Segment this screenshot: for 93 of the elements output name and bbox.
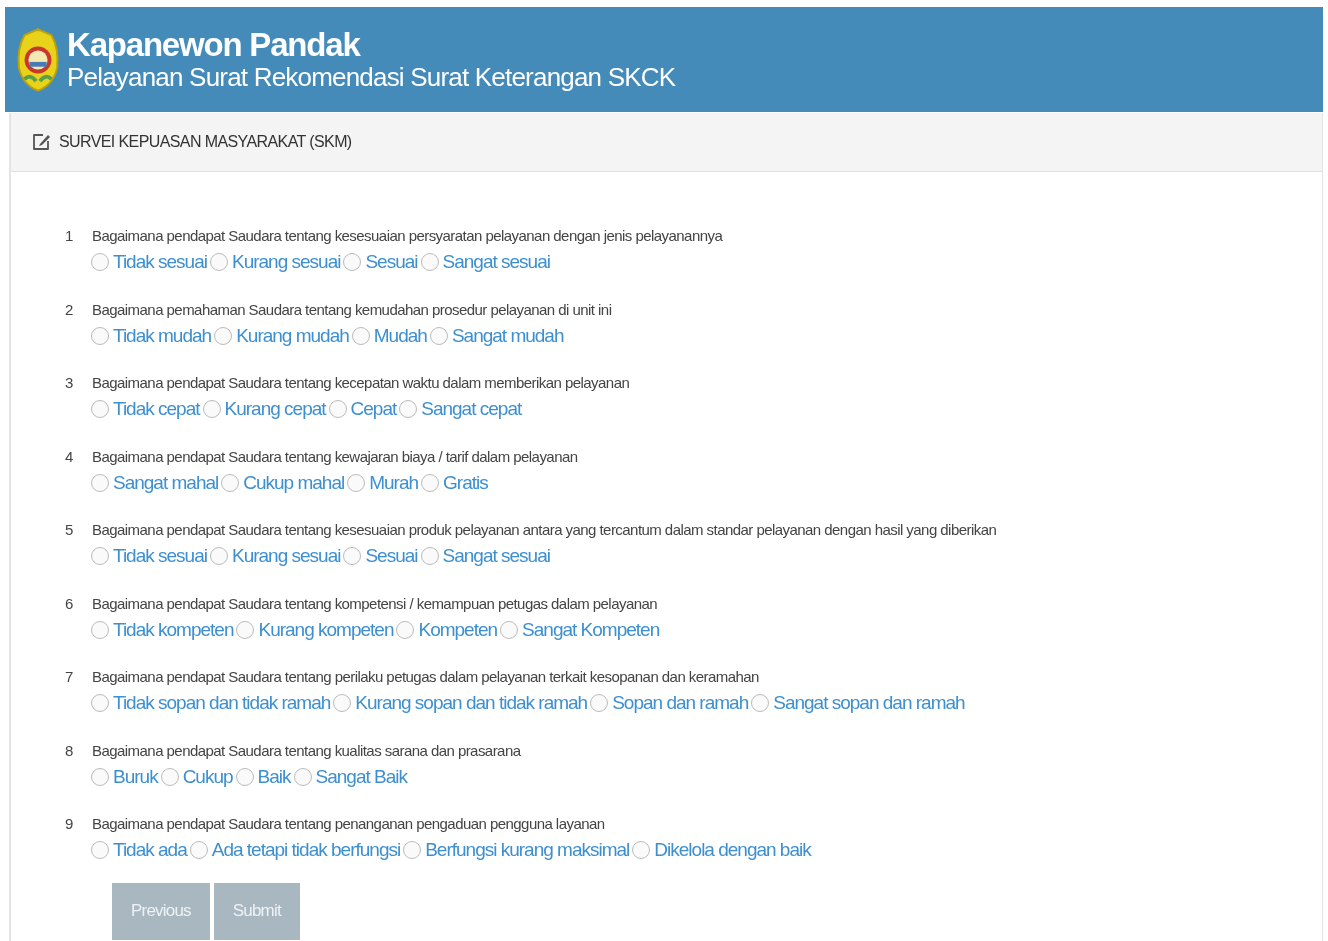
question-text: Bagaimana pendapat Saudara tentang kesesuaian produk pelayanan antara yang tercantum dalam standar pelayanan dengan hasil yang diberikan — [92, 521, 997, 539]
option-label[interactable]: Cepat — [350, 398, 397, 420]
option-label[interactable]: Tidak kompeten — [113, 618, 234, 641]
radio-button[interactable] — [236, 620, 255, 639]
radio-button[interactable] — [214, 326, 233, 345]
radio-button[interactable] — [333, 694, 352, 712]
radio-button[interactable] — [91, 547, 109, 565]
option-label[interactable]: Kurang sesuai — [231, 545, 341, 567]
question-number: 3 — [65, 374, 74, 392]
option-label[interactable]: Tidak cepat — [113, 398, 200, 420]
option-label[interactable]: Kurang sopan dan tidak ramah — [355, 692, 588, 714]
question-number: 8 — [65, 741, 74, 760]
radio-button[interactable] — [328, 400, 347, 418]
question-text: Bagaimana pendapat Saudara tentang penanganan pengaduan pengguna layanan — [92, 815, 605, 833]
option-label[interactable]: Sopan dan ramah — [612, 692, 749, 714]
option-label[interactable]: Gratis — [443, 471, 488, 494]
option-label[interactable]: Baik — [257, 765, 291, 788]
radio-button[interactable] — [293, 767, 312, 786]
option-label[interactable]: Berfungsi kurang maksimal — [425, 839, 630, 861]
radio-button[interactable] — [420, 253, 439, 271]
radio-button[interactable] — [347, 473, 366, 492]
option-label[interactable]: Kurang kompeten — [258, 618, 394, 641]
option-label[interactable]: Sangat mahal — [113, 471, 219, 494]
option-label[interactable]: Sangat Baik — [315, 765, 407, 788]
radio-button[interactable] — [632, 841, 651, 859]
radio-button[interactable] — [189, 841, 208, 859]
site-title: Kapanewon Pandak — [67, 27, 362, 62]
edit-icon — [31, 132, 51, 152]
radio-button[interactable] — [399, 400, 418, 418]
question-text: Bagaimana pendapat Saudara tentang perilaku petugas dalam pelayanan terkait kesopanan dan keramahan — [92, 668, 759, 686]
radio-button[interactable] — [91, 767, 109, 786]
radio-button[interactable] — [209, 253, 228, 271]
radio-button[interactable] — [91, 841, 109, 859]
radio-button[interactable] — [235, 767, 254, 786]
option-label[interactable]: Kompeten — [418, 618, 498, 641]
option-label[interactable]: Tidak sesuai — [113, 545, 207, 567]
radio-button[interactable] — [421, 473, 440, 492]
question-number: 4 — [65, 447, 74, 466]
option-label[interactable]: Tidak sesuai — [113, 251, 207, 273]
option-label[interactable]: Cukup mahal — [243, 471, 345, 494]
radio-button[interactable] — [91, 253, 109, 271]
question-number: 9 — [65, 815, 74, 833]
radio-button[interactable] — [396, 620, 415, 639]
radio-button[interactable] — [160, 767, 179, 786]
question-number: 5 — [65, 521, 74, 539]
option-label[interactable]: Sangat sopan dan ramah — [773, 692, 965, 714]
radio-button[interactable] — [343, 547, 362, 565]
radio-button[interactable] — [91, 620, 109, 639]
option-label[interactable]: Buruk — [113, 765, 158, 788]
radio-button[interactable] — [209, 547, 228, 565]
radio-button[interactable] — [221, 473, 240, 492]
option-label[interactable]: Tidak ada — [113, 839, 187, 861]
radio-button[interactable] — [403, 841, 422, 859]
question-number: 7 — [65, 668, 74, 686]
radio-button[interactable] — [91, 694, 109, 712]
question-number: 2 — [65, 300, 74, 319]
option-label[interactable]: Sangat Kompeten — [522, 618, 660, 641]
option-label[interactable]: Cukup — [182, 765, 233, 788]
radio-button[interactable] — [91, 473, 109, 492]
question-text: Bagaimana pendapat Saudara tentang kompetensi / kemampuan petugas dalam pelayanan — [92, 594, 658, 613]
radio-button[interactable] — [202, 400, 221, 418]
question-text: Bagaimana pemahaman Saudara tentang kemudahan prosedur pelayanan di unit ini — [92, 300, 612, 319]
radio-button[interactable] — [343, 253, 362, 271]
radio-button[interactable] — [590, 694, 609, 712]
question-text: Bagaimana pendapat Saudara tentang kualitas sarana dan prasarana — [92, 741, 521, 760]
radio-button[interactable] — [429, 326, 448, 345]
option-label[interactable]: Sesuai — [365, 545, 418, 567]
question-text: Bagaimana pendapat Saudara tentang kesesuaian persyaratan pelayanan dengan jenis pelayanannya — [92, 227, 723, 245]
option-label[interactable]: Tidak sopan dan tidak ramah — [113, 692, 331, 714]
radio-button[interactable] — [500, 620, 519, 639]
option-label[interactable]: Kurang mudah — [236, 324, 349, 347]
option-label[interactable]: Kurang sesuai — [231, 251, 341, 273]
panel-heading: SURVEI KEPUASAN MASYARAKAT (SKM) — [59, 133, 352, 151]
question-number: 1 — [65, 227, 74, 245]
option-label[interactable]: Sangat cepat — [421, 398, 522, 420]
radio-button[interactable] — [351, 326, 370, 345]
option-label[interactable]: Sangat sesuai — [442, 251, 550, 273]
question-number: 6 — [65, 594, 74, 613]
option-label[interactable]: Dikelola dengan baik — [654, 839, 811, 861]
option-label[interactable]: Sesuai — [365, 251, 418, 273]
radio-button[interactable] — [420, 547, 439, 565]
radio-button[interactable] — [91, 326, 109, 345]
question-text: Bagaimana pendapat Saudara tentang kewajaran biaya / tarif dalam pelayanan — [92, 447, 578, 466]
option-label[interactable]: Mudah — [373, 324, 427, 347]
option-label[interactable]: Ada tetapi tidak berfungsi — [211, 839, 401, 861]
option-label[interactable]: Sangat sesuai — [442, 545, 550, 567]
option-label[interactable]: Tidak mudah — [113, 324, 212, 347]
option-label[interactable]: Sangat mudah — [451, 324, 564, 347]
option-label[interactable]: Kurang cepat — [224, 398, 326, 420]
radio-button[interactable] — [751, 694, 770, 712]
radio-button[interactable] — [91, 400, 109, 418]
option-label[interactable]: Murah — [369, 471, 419, 494]
question-text: Bagaimana pendapat Saudara tentang kecepatan waktu dalam memberikan pelayanan — [92, 374, 630, 392]
